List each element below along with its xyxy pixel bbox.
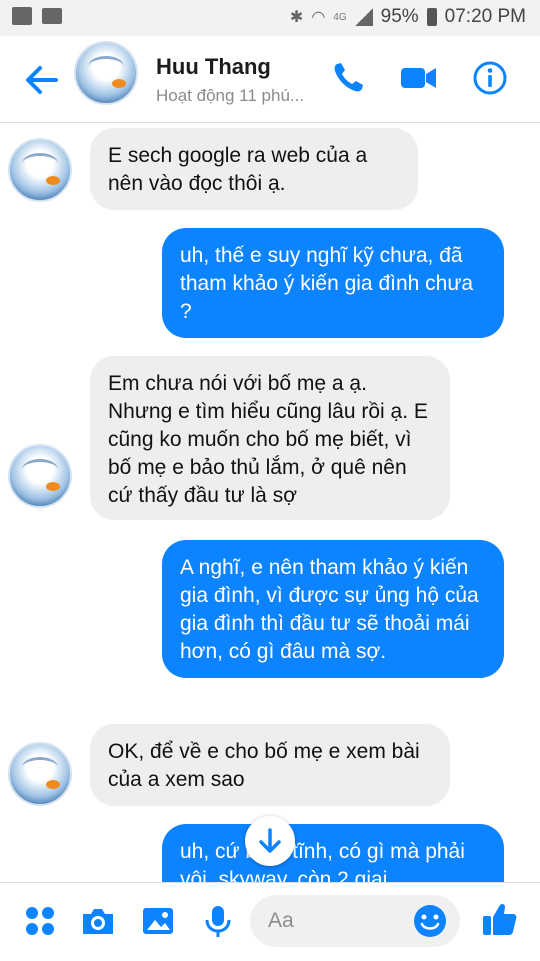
- clock: 07:20 PM: [444, 6, 526, 27]
- message-list[interactable]: E sech google ra web của a nên vào đọc t…: [0, 122, 540, 882]
- sender-avatar[interactable]: [8, 742, 72, 806]
- camera-icon[interactable]: [80, 903, 116, 939]
- message-bubble-outgoing[interactable]: A nghĩ, e nên tham khảo ý kiến gia đình,…: [162, 540, 504, 678]
- bluetooth-icon: ✱: [289, 9, 304, 26]
- gallery-icon[interactable]: [140, 903, 176, 939]
- back-arrow-icon[interactable]: [22, 60, 62, 100]
- more-apps-icon[interactable]: [22, 903, 58, 939]
- video-call-icon[interactable]: [398, 58, 438, 98]
- message-bubble-incoming[interactable]: Em chưa nói với bố mẹ a ạ. Nhưng e tìm h…: [90, 356, 450, 520]
- message-bubble-outgoing[interactable]: uh, thế e suy nghĩ kỹ chưa, đã tham khảo…: [162, 228, 504, 338]
- message-input-placeholder: Aa: [268, 909, 294, 932]
- message-input[interactable]: Aa: [250, 895, 460, 947]
- contact-name[interactable]: Huu Thang: [156, 54, 271, 80]
- phone-call-icon[interactable]: [328, 58, 368, 98]
- scroll-to-bottom-button[interactable]: [245, 816, 295, 866]
- microphone-icon[interactable]: [200, 903, 236, 939]
- message-bubble-incoming[interactable]: OK, để về e cho bố mẹ e xem bài của a xe…: [90, 724, 450, 806]
- contact-avatar[interactable]: [74, 41, 138, 105]
- emoji-icon[interactable]: [412, 903, 448, 939]
- signal-icon: [354, 8, 373, 26]
- battery-icon: [426, 8, 437, 26]
- message-notification-icon: [12, 7, 32, 25]
- thumbs-up-icon[interactable]: [480, 899, 520, 939]
- info-icon[interactable]: [470, 58, 510, 98]
- arrow-down-icon: [259, 828, 281, 853]
- message-bubble-outgoing[interactable]: uh, cứ bình tĩnh, có gì mà phải vội. sky…: [162, 824, 504, 882]
- network-label: 4G: [333, 11, 347, 23]
- message-bubble-incoming[interactable]: E sech google ra web của a nên vào đọc t…: [90, 128, 418, 210]
- sender-avatar[interactable]: [8, 444, 72, 508]
- composer-bar: Aa: [0, 882, 540, 961]
- status-bar: ✱ ◠ 4G 95% 07:20 PM: [0, 0, 540, 36]
- sender-avatar[interactable]: [8, 138, 72, 202]
- image-notification-icon: [42, 8, 62, 24]
- battery-percent: 95%: [380, 6, 419, 27]
- wifi-icon: ◠: [311, 9, 326, 26]
- conversation-header: Huu Thang Hoạt động 11 phú...: [0, 36, 540, 123]
- activity-status: Hoạt động 11 phú...: [156, 86, 305, 105]
